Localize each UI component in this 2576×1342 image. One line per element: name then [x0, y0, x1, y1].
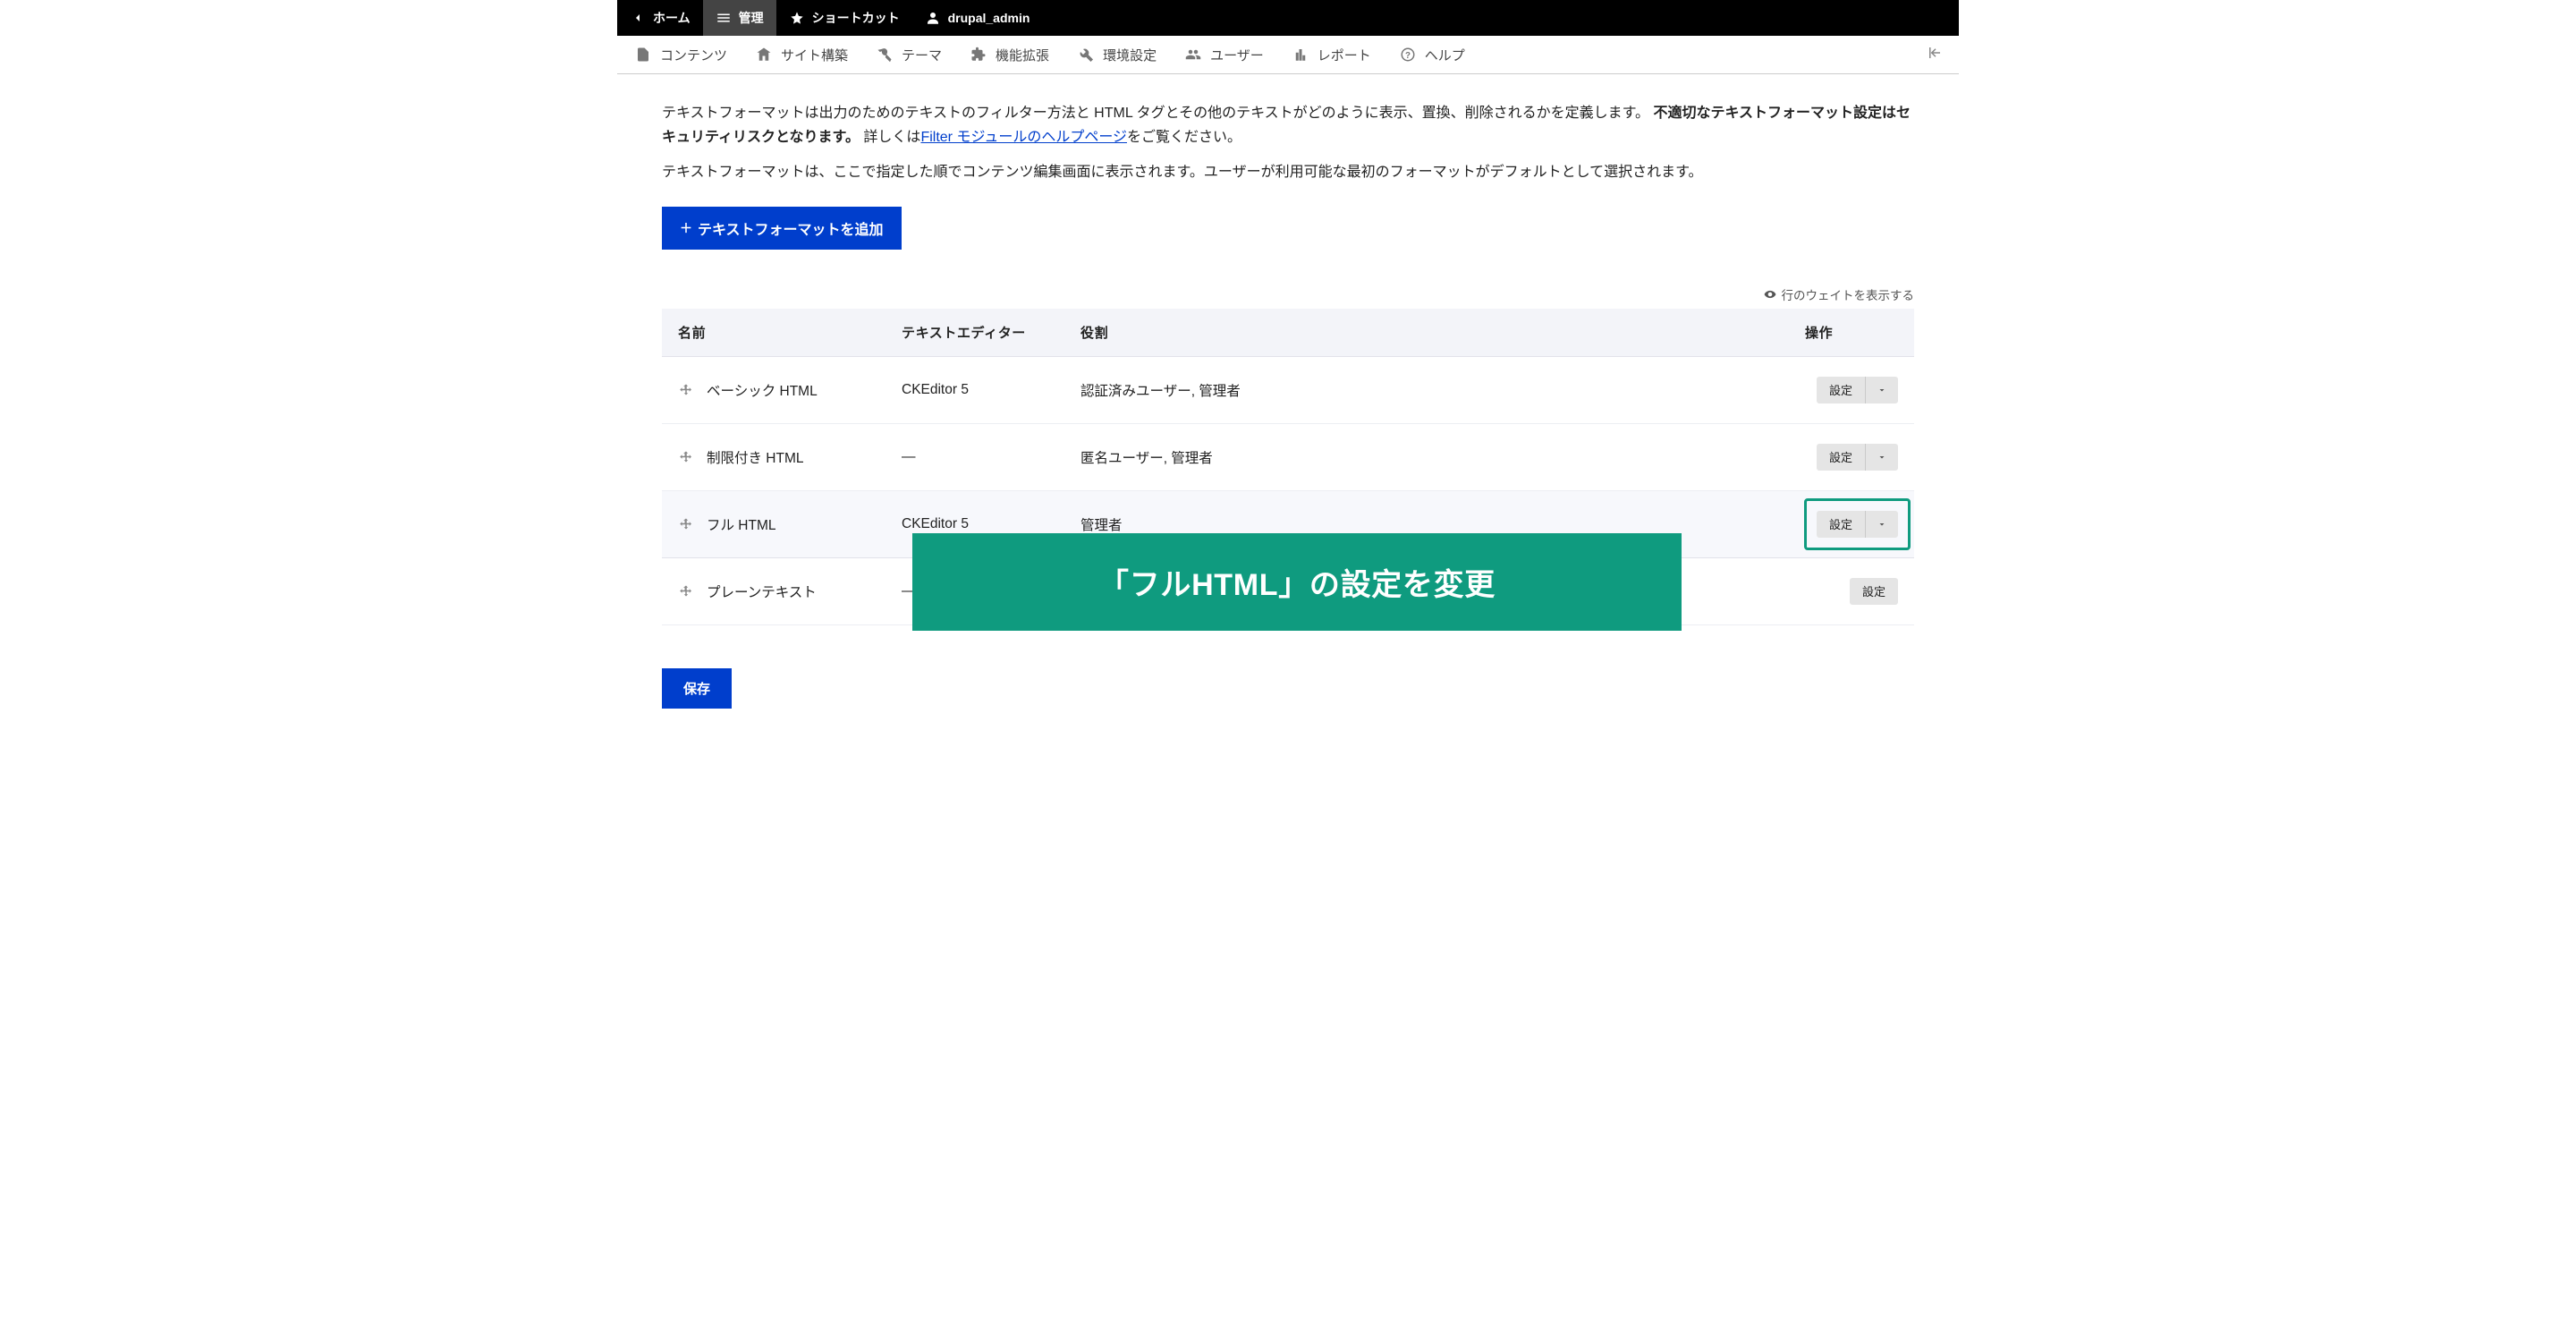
reports-icon: [1292, 47, 1309, 63]
menu-help[interactable]: ? ヘルプ: [1385, 36, 1479, 73]
annotation-callout: 「フルHTML」の設定を変更: [912, 533, 1682, 631]
star-icon: [789, 10, 805, 26]
toolbar-back-home[interactable]: ホーム: [617, 0, 703, 36]
people-icon: [1185, 47, 1201, 63]
configure-button-label: 設定: [1817, 448, 1865, 465]
chevron-down-icon[interactable]: [1865, 511, 1898, 538]
chevron-down-icon[interactable]: [1865, 377, 1898, 403]
plus-icon: ＋: [680, 219, 692, 237]
drag-handle-icon[interactable]: [678, 383, 694, 399]
menu-extend[interactable]: 機能拡張: [956, 36, 1063, 73]
configure-button[interactable]: 設定: [1817, 444, 1898, 471]
format-editor: —: [886, 423, 1064, 490]
table-row: ベーシック HTML CKEditor 5認証済みユーザー, 管理者 設定: [662, 356, 1914, 423]
format-name: プレーンテキスト: [707, 585, 817, 600]
structure-icon: [756, 47, 772, 63]
puzzle-icon: [970, 47, 987, 63]
configure-button-label: 設定: [1850, 582, 1898, 599]
toolbar-collapse[interactable]: [1914, 36, 1955, 73]
add-text-format-button[interactable]: ＋ テキストフォーマットを追加: [662, 207, 902, 250]
hamburger-icon: [716, 10, 732, 26]
main-content: テキストフォーマットは出力のためのテキストのフィルター方法と HTML タグとそ…: [617, 74, 1959, 762]
toolbar-shortcuts-label: ショートカット: [812, 9, 900, 27]
toolbar-manage-label: 管理: [739, 9, 764, 27]
admin-menu-bar: コンテンツ サイト構築 テーマ 機能拡張 環境設定 ユーザー レポート ? ヘル…: [617, 36, 1959, 74]
wrench-icon: [877, 47, 893, 63]
format-roles: 認証済みユーザー, 管理者: [1064, 356, 1789, 423]
save-button[interactable]: 保存: [662, 668, 732, 709]
menu-config-label: 環境設定: [1103, 46, 1157, 64]
chevron-left-icon: [630, 10, 646, 26]
add-button-label: テキストフォーマットを追加: [698, 217, 884, 239]
menu-content[interactable]: コンテンツ: [621, 36, 741, 73]
menu-content-label: コンテンツ: [660, 46, 727, 64]
format-name: フル HTML: [707, 518, 776, 533]
toolbar-user[interactable]: drupal_admin: [912, 0, 1043, 36]
menu-extend-label: 機能拡張: [996, 46, 1049, 64]
content-icon: [635, 47, 651, 63]
help-text-1c: 詳しくは: [863, 130, 920, 145]
menu-reports[interactable]: レポート: [1278, 36, 1385, 73]
help-paragraph-1: テキストフォーマットは出力のためのテキストのフィルター方法と HTML タグとそ…: [662, 101, 1914, 149]
toolbar-shortcuts[interactable]: ショートカット: [776, 0, 912, 36]
format-editor: CKEditor 5: [886, 356, 1064, 423]
toggle-row-weights[interactable]: 行のウェイトを表示する: [662, 285, 1914, 303]
menu-structure-label: サイト構築: [781, 46, 848, 64]
menu-help-label: ヘルプ: [1425, 46, 1465, 64]
configure-button-label: 設定: [1817, 381, 1865, 398]
configure-button-label: 設定: [1817, 515, 1865, 532]
menu-people[interactable]: ユーザー: [1171, 36, 1278, 73]
configure-button[interactable]: 設定: [1817, 377, 1898, 403]
format-name: ベーシック HTML: [707, 384, 818, 399]
configure-button[interactable]: 設定: [1850, 578, 1898, 605]
help-text-1a: テキストフォーマットは出力のためのテキストのフィルター方法と HTML タグとそ…: [662, 106, 1649, 121]
col-header-editor: テキストエディター: [886, 309, 1064, 357]
svg-text:?: ?: [1405, 51, 1411, 61]
toolbar-manage[interactable]: 管理: [703, 0, 776, 36]
menu-structure[interactable]: サイト構築: [741, 36, 862, 73]
collapse-icon: [1927, 45, 1943, 64]
configure-button[interactable]: 設定: [1817, 511, 1898, 538]
menu-reports-label: レポート: [1318, 46, 1371, 64]
top-toolbar: ホーム 管理 ショートカット drupal_admin: [617, 0, 1959, 36]
config-wrench-icon: [1078, 47, 1094, 63]
chevron-down-icon[interactable]: [1865, 444, 1898, 471]
drag-handle-icon[interactable]: [678, 517, 694, 533]
drag-handle-icon[interactable]: [678, 584, 694, 600]
help-text-1d: をご覧ください。: [1127, 130, 1241, 145]
col-header-ops: 操作: [1789, 309, 1914, 357]
drag-handle-icon[interactable]: [678, 450, 694, 466]
user-icon: [925, 10, 941, 26]
toggle-weights-label: 行のウェイトを表示する: [1782, 285, 1915, 303]
toolbar-back-label: ホーム: [653, 9, 691, 27]
table-row: 制限付き HTML —匿名ユーザー, 管理者 設定: [662, 423, 1914, 490]
help-icon: ?: [1400, 47, 1416, 63]
menu-people-label: ユーザー: [1210, 46, 1264, 64]
menu-config[interactable]: 環境設定: [1063, 36, 1171, 73]
col-header-name: 名前: [662, 309, 886, 357]
menu-appearance[interactable]: テーマ: [862, 36, 956, 73]
col-header-roles: 役割: [1064, 309, 1789, 357]
menu-appearance-label: テーマ: [902, 46, 942, 64]
eye-icon: [1764, 288, 1776, 301]
filter-help-link[interactable]: Filter モジュールのヘルプページ: [920, 130, 1127, 145]
toolbar-user-label: drupal_admin: [948, 11, 1030, 25]
help-paragraph-2: テキストフォーマットは、ここで指定した順でコンテンツ編集画面に表示されます。ユー…: [662, 160, 1914, 184]
format-name: 制限付き HTML: [707, 451, 804, 466]
format-roles: 匿名ユーザー, 管理者: [1064, 423, 1789, 490]
